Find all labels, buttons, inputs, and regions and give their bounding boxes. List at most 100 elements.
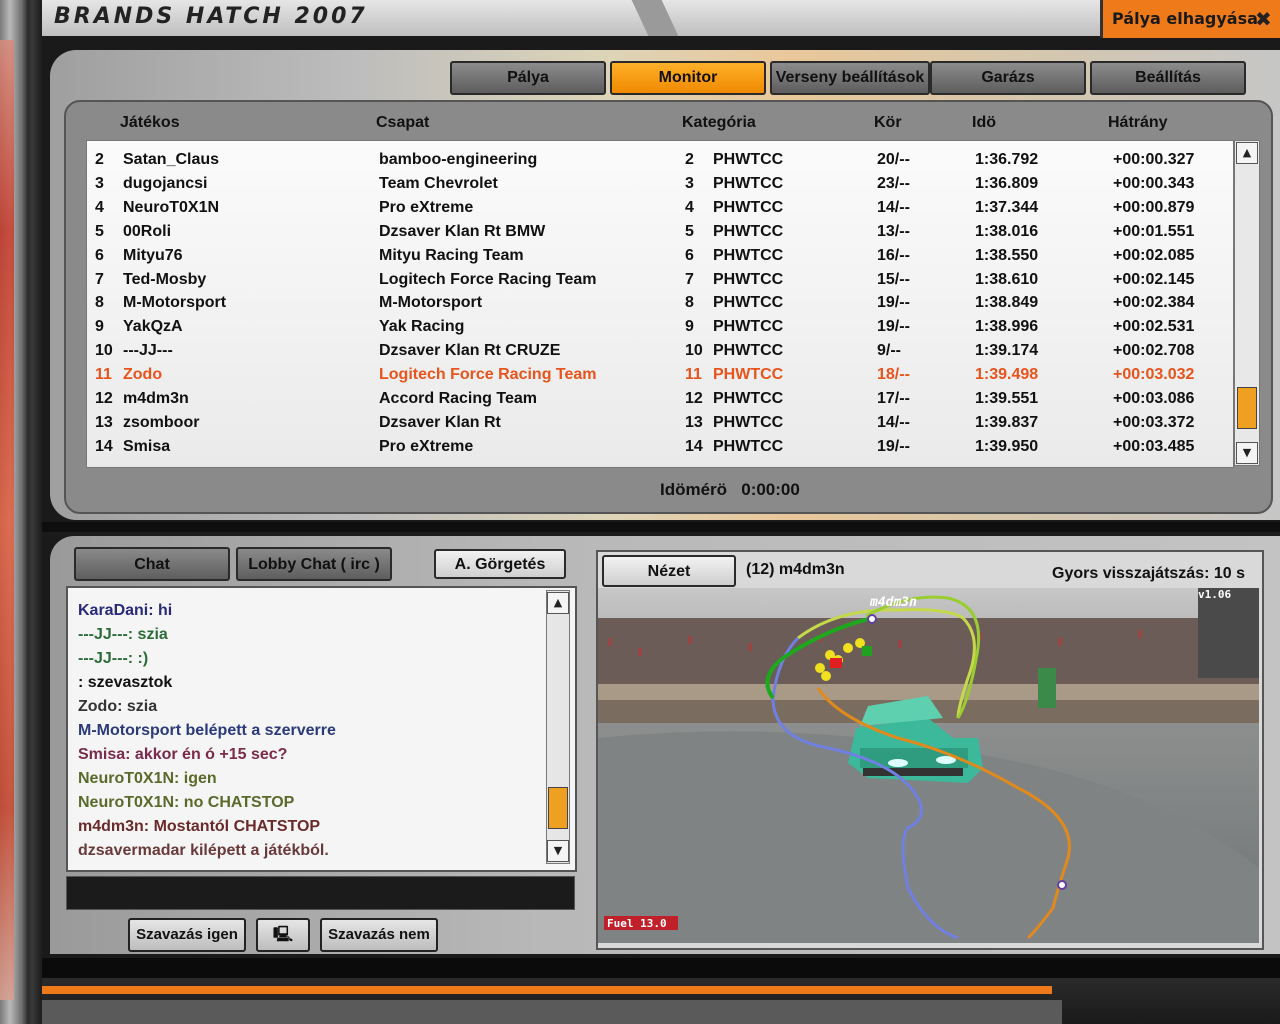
- race-view[interactable]: m4dm3n v1.06 Fuel 13.0: [598, 588, 1259, 943]
- fuel-label: Fuel 13.0: [607, 917, 667, 930]
- standings-scrollbar[interactable]: ▲ ▼: [1234, 140, 1260, 466]
- tab-chat[interactable]: Chat: [74, 547, 230, 581]
- table-row[interactable]: 2 Satan_Claus bamboo-engineering 2 PHWTCC 20/…: [87, 147, 1233, 171]
- table-row[interactable]: 3 dugojancsi Team Chevrolet 3 PHWTCC 23/-- 1:3…: [87, 171, 1233, 195]
- table-row[interactable]: 11 Zodo Logitech Force Racing Team 11 PHWTCC…: [87, 362, 1233, 386]
- scroll-up-icon[interactable]: ▲: [1236, 142, 1258, 164]
- cell-pos: 5: [95, 222, 104, 240]
- cell-lap: 16/--: [877, 246, 910, 264]
- close-icon[interactable]: ✖: [1255, 7, 1272, 31]
- version-label: v1.06: [1198, 588, 1231, 601]
- chat-message: : szevasztok: [78, 674, 173, 691]
- cell-time: 1:38.550: [975, 246, 1039, 264]
- cell-lap: 14/--: [877, 198, 910, 216]
- cell-player: Smisa: [123, 437, 171, 455]
- cell-gap: +00:03.032: [1113, 366, 1195, 384]
- chat-message: dzsavermadar kilépett a játékból.: [78, 842, 329, 859]
- bottom-bar: [42, 958, 1280, 978]
- cell-player: ---JJ---: [123, 342, 173, 360]
- table-row[interactable]: 5 00Roli Dzsaver Klan Rt BMW 5 PHWTCC 13/-- 1:…: [87, 219, 1233, 243]
- table-row[interactable]: 10 ---JJ--- Dzsaver Klan Rt CRUZE 10 PHWTCC 9…: [87, 338, 1233, 362]
- cell-num: 7: [685, 270, 694, 288]
- table-row[interactable]: 9 YakQzA Yak Racing 9 PHWTCC 19/-- 1:38.996 +00…: [87, 314, 1233, 338]
- cell-lap: 15/--: [877, 270, 910, 288]
- track-title: BRANDS HATCH 2007: [54, 4, 368, 29]
- tab-monitor[interactable]: Monitor: [610, 61, 766, 95]
- vote-no-button[interactable]: Szavazás nem: [320, 918, 438, 952]
- cell-player: dugojancsi: [123, 174, 208, 192]
- table-row[interactable]: 8 M-Motorsport M-Motorsport 8 PHWTCC 19/-- 1:3…: [87, 290, 1233, 314]
- cell-pos: 3: [95, 174, 104, 192]
- chat-scroll-thumb[interactable]: [548, 787, 568, 829]
- tab-garage[interactable]: Garázs: [930, 61, 1086, 95]
- map-driver-label: m4dm3n: [869, 595, 917, 610]
- tab-race-settings[interactable]: Verseny beállítások: [770, 61, 930, 95]
- cell-time: 1:39.174: [975, 342, 1039, 360]
- cell-num: 4: [685, 198, 694, 216]
- autoscroll-button[interactable]: A. Görgetés: [434, 549, 566, 579]
- cell-time: 1:38.996: [975, 318, 1039, 336]
- cell-gap: +00:00.327: [1113, 151, 1195, 168]
- chat-input[interactable]: [66, 876, 575, 910]
- cell-team: Yak Racing: [379, 318, 465, 336]
- cell-lap: 19/--: [877, 294, 910, 312]
- cell-cat: PHWTCC: [713, 151, 784, 168]
- table-row[interactable]: 4 NeuroT0X1N Pro eXtreme 4 PHWTCC 14/-- 1:37.3…: [87, 195, 1233, 219]
- cell-team: Mityu Racing Team: [379, 246, 524, 264]
- left-border-accent: [0, 40, 14, 1000]
- chat-message: NeuroT0X1N: no CHATSTOP: [78, 794, 295, 811]
- chat-scroll-up-icon[interactable]: ▲: [547, 592, 569, 614]
- cell-num: 11: [685, 366, 702, 384]
- standings-table[interactable]: 2 Satan_Claus bamboo-engineering 2 PHWTCC 20/…: [86, 140, 1234, 468]
- table-row[interactable]: 12 m4dm3n Accord Racing Team 12 PHWTCC 17/-- 1…: [87, 386, 1233, 410]
- cell-pos: 14: [95, 437, 113, 455]
- cell-num: 13: [685, 413, 703, 431]
- tab-lobby-chat[interactable]: Lobby Chat ( irc ): [236, 547, 392, 581]
- tab-track[interactable]: Pálya: [450, 61, 606, 95]
- cell-cat: PHWTCC: [713, 222, 784, 240]
- cell-gap: +00:00.343: [1113, 174, 1195, 192]
- vote-yes-button[interactable]: Szavazás igen: [128, 918, 246, 952]
- scroll-thumb[interactable]: [1237, 387, 1257, 429]
- cell-lap: 9/--: [877, 342, 901, 360]
- cell-pos: 2: [95, 151, 104, 168]
- cell-gap: +00:03.485: [1113, 437, 1195, 455]
- table-row[interactable]: 14 Smisa Pro eXtreme 14 PHWTCC 19/-- 1:39.950 +…: [87, 434, 1233, 458]
- computer-icon-button[interactable]: 🖳: [256, 918, 310, 952]
- cell-lap: 23/--: [877, 174, 910, 192]
- race-scene: m4dm3n v1.06 Fuel 13.0: [598, 588, 1259, 943]
- view-button[interactable]: Nézet: [602, 555, 736, 587]
- header-category: Kategória: [682, 114, 756, 131]
- cell-team: Dzsaver Klan Rt: [379, 413, 501, 431]
- cell-num: 2: [685, 151, 694, 168]
- cell-player: Zodo: [123, 366, 163, 384]
- cell-num: 8: [685, 294, 694, 312]
- scroll-down-icon[interactable]: ▼: [1236, 442, 1258, 464]
- chat-message: m4dm3n: Mostantól CHATSTOP: [78, 818, 321, 835]
- cell-num: 6: [685, 246, 694, 264]
- chat-scrollbar[interactable]: ▲ ▼: [546, 590, 570, 864]
- chat-message: ---JJ---: :): [78, 650, 149, 667]
- tab-settings[interactable]: Beállítás: [1090, 61, 1246, 95]
- cell-player: zsomboor: [123, 413, 200, 431]
- cell-player: NeuroT0X1N: [123, 198, 220, 216]
- table-row[interactable]: 6 Mityu76 Mityu Racing Team 6 PHWTCC 16/-- 1:3…: [87, 243, 1233, 267]
- cell-num: 10: [685, 342, 703, 360]
- cell-cat: PHWTCC: [713, 342, 784, 360]
- header-gap: Hátrány: [1108, 114, 1168, 131]
- exit-track-label[interactable]: Pálya elhagyása: [1112, 9, 1258, 28]
- bottom-gray-stripe: [42, 1000, 1062, 1024]
- cell-gap: +00:02.708: [1113, 342, 1195, 360]
- chat-scroll-down-icon[interactable]: ▼: [547, 840, 569, 862]
- cell-cat: PHWTCC: [713, 246, 784, 264]
- cell-time: 1:36.792: [975, 151, 1039, 168]
- cell-team: M-Motorsport: [379, 294, 483, 312]
- cell-pos: 9: [95, 318, 104, 336]
- cell-cat: PHWTCC: [713, 174, 784, 192]
- cell-gap: +00:02.531: [1113, 318, 1195, 336]
- table-row[interactable]: 13 zsomboor Dzsaver Klan Rt 13 PHWTCC 14/-- 1:…: [87, 410, 1233, 434]
- cell-time: 1:38.849: [975, 294, 1039, 312]
- table-row[interactable]: 7 Ted-Mosby Logitech Force Racing Team 7 PHW…: [87, 267, 1233, 291]
- cell-lap: 18/--: [877, 366, 910, 384]
- cell-num: 14: [685, 437, 703, 455]
